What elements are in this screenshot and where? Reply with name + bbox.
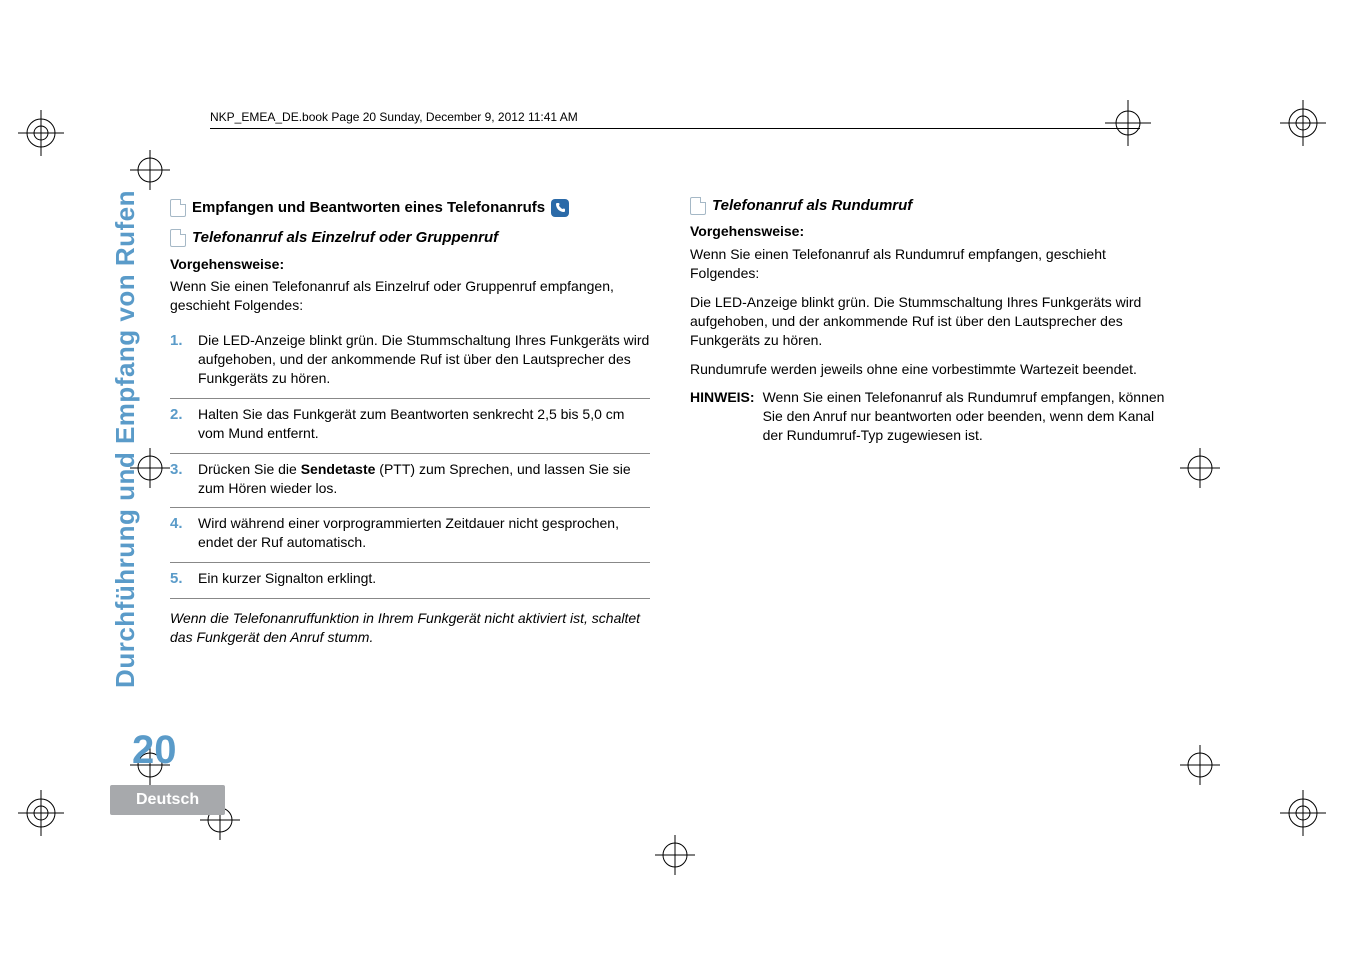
page-number: 20 — [132, 728, 177, 773]
header-rule — [210, 128, 1140, 129]
phone-icon — [551, 199, 569, 217]
crop-mark-icon — [18, 790, 64, 836]
list-item: Wird während einer vorprogrammierten Zei… — [170, 508, 650, 563]
subsection-heading-text: Telefonanruf als Einzelruf oder Gruppenr… — [192, 228, 498, 248]
document-icon — [690, 197, 706, 215]
list-item: Drücken Sie die Sendetaste (PTT) zum Spr… — [170, 454, 650, 509]
intro-paragraph: Wenn Sie einen Telefonanruf als Einzelru… — [170, 277, 650, 315]
note-text: Wenn Sie einen Telefonanruf als Rundumru… — [763, 388, 1170, 445]
subsection-heading-text: Telefonanruf als Rundumruf — [712, 196, 912, 216]
list-item-text: Halten Sie das Funkgerät zum Beantworten… — [198, 406, 624, 441]
body-paragraph: Rundumrufe werden jeweils ohne eine vorb… — [690, 360, 1170, 379]
list-item-text: Wird während einer vorprogrammierten Zei… — [198, 515, 619, 550]
crop-mark-icon — [1280, 100, 1326, 146]
document-icon — [170, 199, 186, 217]
note: HINWEIS: Wenn Sie einen Telefonanruf als… — [690, 388, 1170, 445]
crop-mark-icon — [18, 110, 64, 156]
list-item: Halten Sie das Funkgerät zum Beantworten… — [170, 399, 650, 454]
procedure-label: Vorgehensweise: — [690, 222, 1170, 241]
list-item: Die LED-Anzeige blinkt grün. Die Stummsc… — [170, 325, 650, 399]
subsection-heading: Telefonanruf als Rundumruf — [690, 196, 1170, 216]
left-column: Empfangen und Beantworten eines Telefona… — [170, 190, 650, 708]
crop-mark-icon — [1280, 790, 1326, 836]
intro-paragraph: Wenn Sie einen Telefonanruf als Rundumru… — [690, 245, 1170, 283]
procedure-label: Vorgehensweise: — [170, 255, 650, 274]
note-label: HINWEIS: — [690, 388, 755, 445]
section-heading-text: Empfangen und Beantworten eines Telefona… — [192, 198, 545, 218]
list-item-text: Drücken Sie die Sendetaste (PTT) zum Spr… — [198, 461, 631, 496]
procedure-list: Die LED-Anzeige blinkt grün. Die Stummsc… — [170, 325, 650, 599]
subsection-heading: Telefonanruf als Einzelruf oder Gruppenr… — [170, 228, 650, 248]
crop-mark-icon — [655, 835, 695, 875]
list-item-text: Die LED-Anzeige blinkt grün. Die Stummsc… — [198, 332, 649, 386]
document-icon — [170, 229, 186, 247]
body-paragraph: Die LED-Anzeige blinkt grün. Die Stummsc… — [690, 293, 1170, 350]
section-heading: Empfangen und Beantworten eines Telefona… — [170, 198, 650, 218]
running-head: NKP_EMEA_DE.book Page 20 Sunday, Decembe… — [210, 105, 1240, 128]
list-item-text: Ein kurzer Signalton erklingt. — [198, 570, 376, 586]
right-column: Telefonanruf als Rundumruf Vorgehensweis… — [690, 190, 1170, 708]
language-tab: Deutsch — [110, 785, 225, 815]
side-section-tab: Durchführung und Empfang von Rufen — [110, 190, 150, 708]
page: NKP_EMEA_DE.book Page 20 Sunday, Decembe… — [110, 105, 1240, 815]
side-section-title: Durchführung und Empfang von Rufen — [110, 190, 141, 688]
footnote: Wenn die Telefonanruffunktion in Ihrem F… — [170, 609, 650, 647]
list-item: Ein kurzer Signalton erklingt. — [170, 563, 650, 599]
